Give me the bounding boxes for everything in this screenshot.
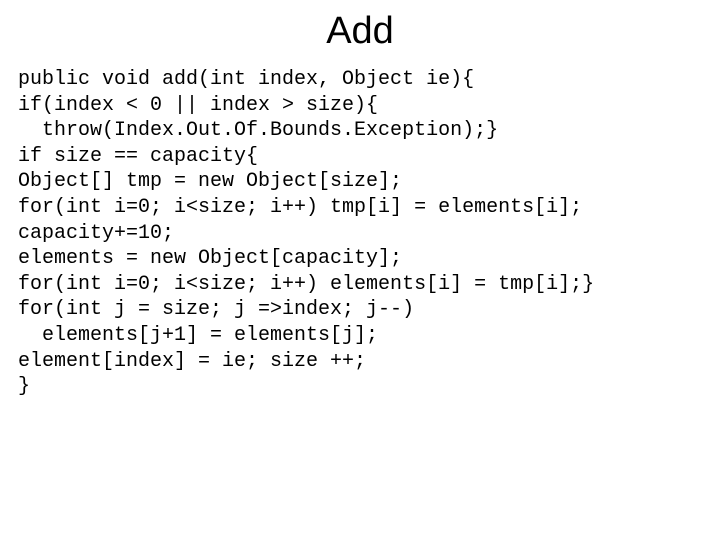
code-line: for(int i=0; i<size; i++) elements[i] = … xyxy=(18,273,594,296)
code-line: throw(Index.Out.Of.Bounds.Exception);} xyxy=(18,119,498,142)
slide-title: Add xyxy=(18,10,702,53)
code-line: for(int i=0; i<size; i++) tmp[i] = eleme… xyxy=(18,196,582,219)
code-line: elements = new Object[capacity]; xyxy=(18,247,402,270)
code-line: Object[] tmp = new Object[size]; xyxy=(18,170,402,193)
code-line: if size == capacity{ xyxy=(18,145,258,168)
code-line: } xyxy=(18,375,30,398)
code-block: public void add(int index, Object ie){ i… xyxy=(18,67,702,400)
code-line: capacity+=10; xyxy=(18,222,174,245)
code-line: for(int j = size; j =>index; j--) xyxy=(18,298,414,321)
code-line: element[index] = ie; size ++; xyxy=(18,350,366,373)
code-line: if(index < 0 || index > size){ xyxy=(18,94,378,117)
code-line: elements[j+1] = elements[j]; xyxy=(18,324,378,347)
code-line: public void add(int index, Object ie){ xyxy=(18,68,474,91)
